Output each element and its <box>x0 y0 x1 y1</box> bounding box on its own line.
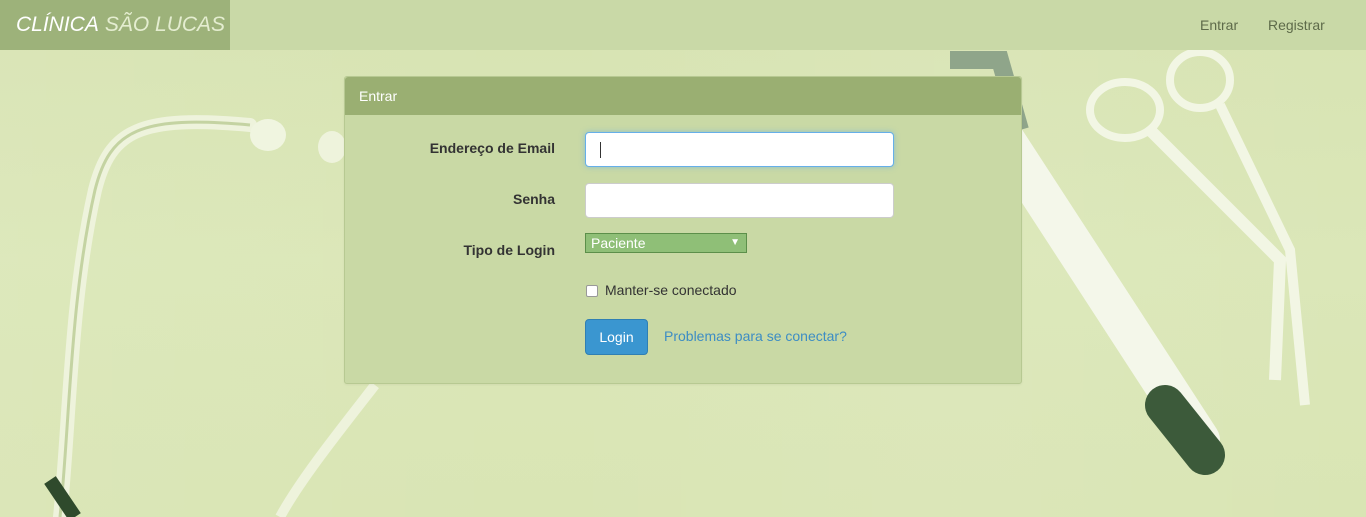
brand-name-primary: CLÍNICA <box>16 13 99 36</box>
email-label: Endereço de Email <box>429 140 555 156</box>
login-button[interactable]: Login <box>585 319 648 355</box>
login-panel: Entrar Endereço de Email Senha Tipo de L… <box>344 76 1022 384</box>
login-type-selected: Paciente <box>591 235 646 251</box>
remember-checkbox[interactable] <box>586 285 598 297</box>
panel-heading: Entrar <box>345 77 1021 115</box>
nav-login-link[interactable]: Entrar <box>1200 0 1238 50</box>
nav-register-link[interactable]: Registrar <box>1268 0 1325 50</box>
text-cursor <box>600 142 601 158</box>
email-field[interactable] <box>585 132 894 167</box>
login-type-label: Tipo de Login <box>463 242 555 258</box>
brand-name-secondary: SÃO LUCAS <box>104 13 226 36</box>
remember-label[interactable]: Manter-se conectado <box>605 282 737 298</box>
password-label: Senha <box>512 191 555 207</box>
password-field[interactable] <box>585 183 894 218</box>
caret-down-icon: ▼ <box>730 237 740 248</box>
brand-logo[interactable]: CLÍNICA SÃO LUCAS <box>0 0 230 50</box>
login-type-select[interactable]: Paciente ▼ <box>585 233 747 253</box>
trouble-connecting-link[interactable]: Problemas para se conectar? <box>664 328 847 344</box>
top-navbar: CLÍNICA SÃO LUCAS Entrar Registrar <box>0 0 1366 50</box>
